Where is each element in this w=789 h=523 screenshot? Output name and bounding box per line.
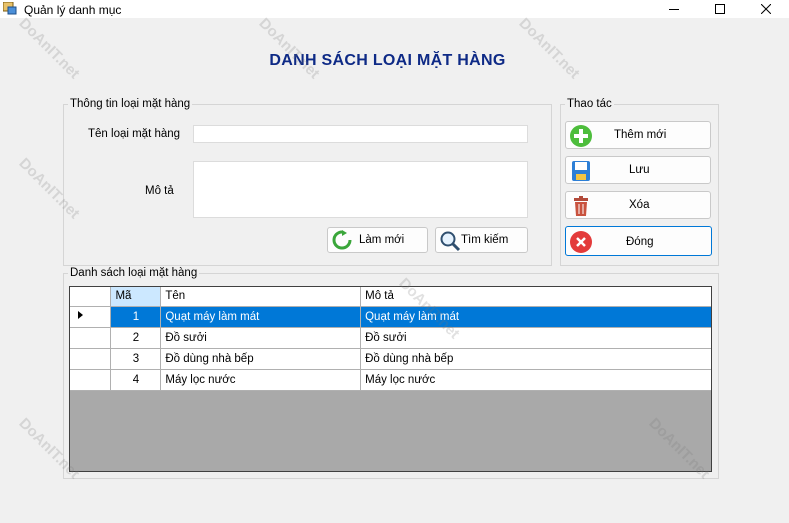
- window-title: Quản lý danh mục: [24, 3, 122, 17]
- save-icon: [569, 159, 593, 183]
- table-row[interactable]: 2 Đồ sưởi Đồ sưởi: [70, 327, 711, 349]
- row-header[interactable]: [70, 327, 112, 349]
- name-label: Tên loại mặt hàng: [88, 128, 181, 140]
- search-icon: [439, 230, 461, 252]
- name-input[interactable]: [193, 125, 528, 143]
- cell-id[interactable]: 4: [110, 369, 162, 391]
- column-header-desc[interactable]: Mô tả: [360, 287, 711, 307]
- delete-label: Xóa: [629, 199, 650, 211]
- desc-textarea[interactable]: [193, 161, 528, 218]
- close-icon: [569, 230, 593, 254]
- categories-table: Mã Tên Mô tả 1 Quạt máy làm mát Quạt máy…: [70, 287, 711, 391]
- close-button[interactable]: Đóng: [565, 226, 712, 256]
- cell-id[interactable]: 3: [110, 348, 162, 370]
- refresh-label: Làm mới: [359, 234, 405, 246]
- add-label: Thêm mới: [614, 129, 667, 141]
- refresh-icon: [332, 230, 352, 250]
- table-header-row: Mã Tên Mô tả: [70, 287, 711, 307]
- save-label: Lưu: [629, 164, 650, 176]
- cell-name[interactable]: Quạt máy làm mát: [160, 306, 362, 328]
- row-header[interactable]: [70, 348, 112, 370]
- trash-icon: [569, 194, 593, 218]
- categories-grid[interactable]: Mã Tên Mô tả 1 Quạt máy làm mát Quạt máy…: [69, 286, 712, 472]
- app-icon: [2, 1, 17, 15]
- row-header[interactable]: [70, 369, 112, 391]
- list-group-legend: Danh sách loại mặt hàng: [70, 267, 198, 279]
- refresh-button[interactable]: Làm mới: [327, 227, 428, 253]
- column-header-name[interactable]: Tên: [160, 287, 362, 307]
- close-label: Đóng: [626, 236, 654, 248]
- actions-group-legend: Thao tác: [567, 98, 612, 110]
- delete-button[interactable]: Xóa: [565, 191, 711, 219]
- desc-label: Mô tả: [145, 185, 174, 197]
- search-label: Tìm kiếm: [461, 234, 509, 246]
- watermark: DoAnIT.net: [15, 14, 83, 83]
- info-group-legend: Thông tin loại mặt hàng: [70, 98, 191, 110]
- cell-id[interactable]: 2: [110, 327, 162, 349]
- cell-desc[interactable]: Quạt máy làm mát: [360, 306, 711, 328]
- cell-id[interactable]: 1: [110, 306, 162, 328]
- column-header-id[interactable]: Mã: [110, 287, 162, 307]
- cell-name[interactable]: Đồ sưởi: [160, 327, 362, 349]
- minimize-button[interactable]: [651, 0, 697, 18]
- add-button[interactable]: Thêm mới: [565, 121, 711, 149]
- table-row[interactable]: 3 Đồ dùng nhà bếp Đồ dùng nhà bếp: [70, 348, 711, 370]
- row-header-corner: [70, 287, 112, 307]
- table-row[interactable]: 1 Quạt máy làm mát Quạt máy làm mát: [70, 306, 711, 328]
- cell-name[interactable]: Máy lọc nước: [160, 369, 362, 391]
- close-window-button[interactable]: [743, 0, 789, 18]
- cell-name[interactable]: Đồ dùng nhà bếp: [160, 348, 362, 370]
- page-title: DANH SÁCH LOẠI MẶT HÀNG: [269, 52, 506, 69]
- maximize-button[interactable]: [697, 0, 743, 18]
- cell-desc[interactable]: Đồ sưởi: [360, 327, 711, 349]
- cell-desc[interactable]: Máy lọc nước: [360, 369, 711, 391]
- cell-desc[interactable]: Đồ dùng nhà bếp: [360, 348, 711, 370]
- save-button[interactable]: Lưu: [565, 156, 711, 184]
- watermark: DoAnIT.net: [515, 14, 583, 83]
- watermark: DoAnIT.net: [255, 14, 323, 83]
- table-row[interactable]: 4 Máy lọc nước Máy lọc nước: [70, 369, 711, 391]
- row-header[interactable]: [70, 306, 112, 328]
- search-button[interactable]: Tìm kiếm: [435, 227, 528, 253]
- plus-icon: [569, 124, 593, 148]
- title-bar: Quản lý danh mục: [0, 0, 789, 18]
